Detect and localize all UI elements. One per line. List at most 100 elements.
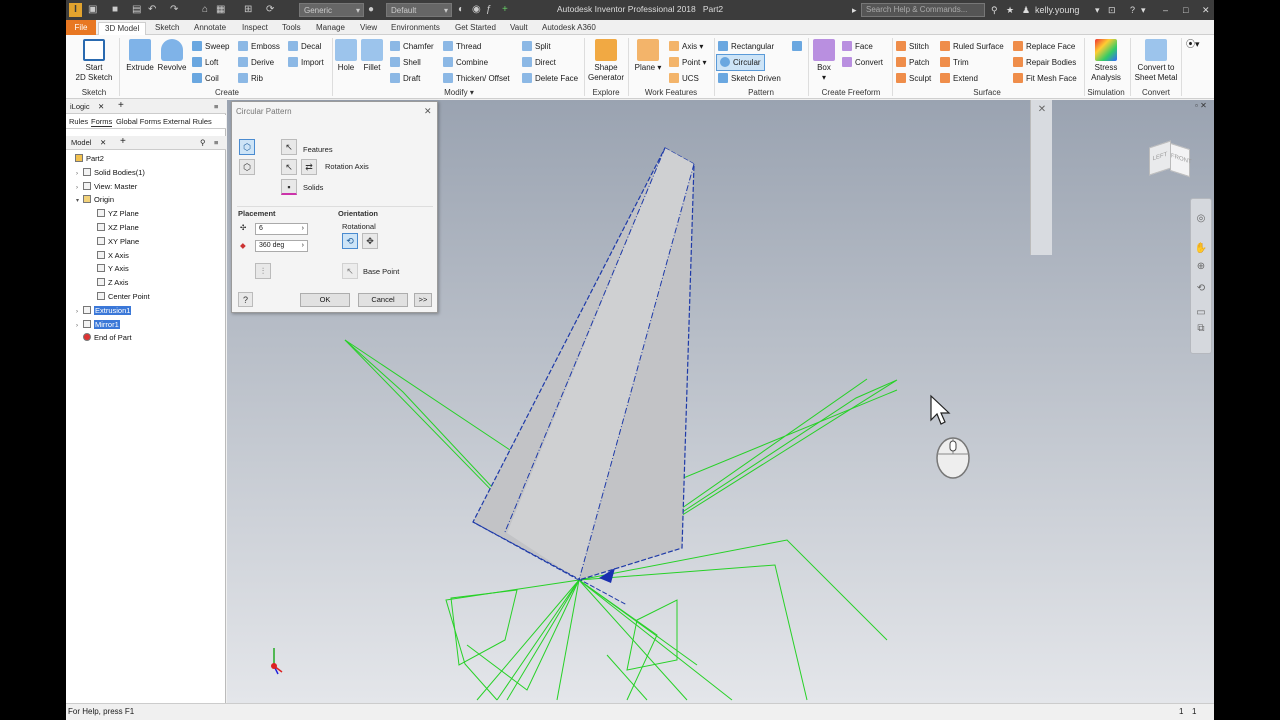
rotational-orientation-button[interactable]: ⟲ bbox=[342, 233, 358, 249]
repair-bodies-button[interactable]: Repair Bodies bbox=[1013, 57, 1076, 68]
emboss-button[interactable]: Emboss bbox=[238, 41, 280, 52]
tab-get-started[interactable]: Get Started bbox=[449, 22, 502, 35]
tab-view[interactable]: View bbox=[354, 22, 383, 35]
occurrence-count-input[interactable]: 6 bbox=[255, 223, 308, 235]
ribbon-options-icon[interactable]: ⦿▾ bbox=[1186, 39, 1200, 49]
tab-vault[interactable]: Vault bbox=[504, 22, 534, 35]
browser-menu-icon[interactable]: ≡ bbox=[214, 138, 218, 147]
sketch-driven-pattern-button[interactable]: Sketch Driven bbox=[718, 73, 781, 84]
combine-button[interactable]: Combine bbox=[443, 57, 488, 68]
subtab-external-rules[interactable]: External Rules bbox=[163, 117, 212, 126]
help-icon[interactable]: ? bbox=[1130, 3, 1135, 17]
rotation-axis-select-button[interactable]: ↖ bbox=[281, 159, 297, 175]
rib-button[interactable]: Rib bbox=[238, 73, 263, 84]
ruled-surface-button[interactable]: Ruled Surface bbox=[940, 41, 1004, 52]
expand-caret-icon[interactable]: ▾ bbox=[76, 195, 83, 208]
tree-item[interactable]: YZ Plane bbox=[90, 207, 139, 220]
user-name[interactable]: kelly.young bbox=[1035, 3, 1079, 17]
features-select-button[interactable]: ↖ bbox=[281, 139, 297, 155]
pattern-solids-mode-button[interactable]: ⬡ bbox=[239, 159, 255, 175]
minimize-icon[interactable]: – bbox=[1163, 3, 1168, 17]
tree-item[interactable]: Part2 bbox=[68, 152, 104, 165]
replace-face-button[interactable]: Replace Face bbox=[1013, 41, 1075, 52]
pan-icon[interactable]: ✋ bbox=[1194, 243, 1208, 255]
tab-tools[interactable]: Tools bbox=[276, 22, 307, 35]
revolve-button[interactable]: Revolve bbox=[152, 39, 192, 73]
delete-face-button[interactable]: Delete Face bbox=[522, 73, 578, 84]
sweep-button[interactable]: Sweep bbox=[192, 41, 229, 52]
tree-item[interactable]: › Solid Bodies(1) bbox=[76, 166, 145, 179]
fixed-orientation-button[interactable]: ✥ bbox=[362, 233, 378, 249]
help-menu-icon[interactable]: ▾ bbox=[1141, 3, 1146, 17]
tree-item[interactable]: › Extrusion1 bbox=[76, 304, 132, 317]
stress-analysis-button[interactable]: Stress Analysis bbox=[1086, 39, 1126, 83]
base-point-button[interactable]: ↖ bbox=[342, 263, 358, 279]
thicken-offset-button[interactable]: Thicken/ Offset bbox=[443, 73, 510, 84]
look-at-icon[interactable]: ▭ bbox=[1194, 307, 1208, 319]
shell-button[interactable]: Shell bbox=[390, 57, 421, 68]
view-face-icon[interactable]: ⧉ bbox=[1194, 323, 1208, 335]
decal-button[interactable]: Decal bbox=[288, 41, 321, 52]
subtab-rules[interactable]: Rules bbox=[69, 117, 88, 126]
subtab-global-forms[interactable]: Global Forms bbox=[116, 117, 161, 126]
midplane-button[interactable]: ⫶ bbox=[255, 263, 271, 279]
tab-sketch[interactable]: Sketch bbox=[149, 22, 185, 35]
tab-model[interactable]: Model bbox=[71, 138, 91, 147]
viewcube-left-face[interactable]: LEFT bbox=[1149, 140, 1171, 176]
add-model-tab-icon[interactable]: + bbox=[120, 136, 126, 147]
close-model-icon[interactable]: ✕ bbox=[100, 138, 106, 147]
tree-item[interactable]: XY Plane bbox=[90, 235, 139, 248]
favorite-icon[interactable]: ★ bbox=[1006, 3, 1014, 17]
convert-button[interactable]: Convert bbox=[842, 57, 883, 68]
close-ilogic-icon[interactable]: ✕ bbox=[98, 102, 104, 111]
tree-item[interactable]: Z Axis bbox=[90, 276, 128, 289]
coil-button[interactable]: Coil bbox=[192, 73, 219, 84]
add-tab-icon[interactable]: + bbox=[118, 100, 124, 111]
sculpt-button[interactable]: Sculpt bbox=[896, 73, 931, 84]
stitch-button[interactable]: Stitch bbox=[896, 41, 929, 52]
ok-button[interactable]: OK bbox=[300, 293, 350, 307]
axis-button[interactable]: Axis ▾ bbox=[669, 41, 703, 52]
search-input[interactable]: Search Help & Commands... bbox=[861, 3, 985, 17]
pattern-features-mode-button[interactable]: ⬡ bbox=[239, 139, 255, 155]
subtab-forms[interactable]: Forms bbox=[91, 117, 113, 127]
chamfer-button[interactable]: Chamfer bbox=[390, 41, 434, 52]
tab-manage[interactable]: Manage bbox=[310, 22, 351, 35]
import-button[interactable]: Import bbox=[288, 57, 324, 68]
viewcube-front-face[interactable]: FRONT bbox=[1170, 142, 1192, 178]
convert-to-sheet-metal-button[interactable]: Convert to Sheet Metal bbox=[1133, 39, 1179, 83]
draft-button[interactable]: Draft bbox=[390, 73, 420, 84]
patch-button[interactable]: Patch bbox=[896, 57, 929, 68]
start-2d-sketch-button[interactable]: Start 2D Sketch bbox=[74, 39, 114, 83]
ucs-button[interactable]: UCS bbox=[669, 73, 699, 84]
face-button[interactable]: Face bbox=[842, 41, 873, 52]
tree-item[interactable]: Y Axis bbox=[90, 262, 129, 275]
derive-button[interactable]: Derive bbox=[238, 57, 274, 68]
tree-item[interactable]: XZ Plane bbox=[90, 221, 139, 234]
maximize-icon[interactable]: □ bbox=[1183, 3, 1188, 17]
user-menu-icon[interactable]: ▾ bbox=[1095, 3, 1100, 17]
point-button[interactable]: Point ▾ bbox=[669, 57, 706, 68]
zoom-icon[interactable]: ⊕ bbox=[1194, 261, 1208, 273]
thread-button[interactable]: Thread bbox=[443, 41, 481, 52]
dialog-help-icon[interactable]: ? bbox=[238, 292, 253, 307]
orbit-icon[interactable]: ⟲ bbox=[1194, 283, 1208, 295]
tab-autodesk-a360[interactable]: Autodesk A360 bbox=[536, 22, 602, 35]
loft-button[interactable]: Loft bbox=[192, 57, 218, 68]
box-button[interactable]: Box ▾ bbox=[804, 39, 844, 83]
tab-inspect[interactable]: Inspect bbox=[236, 22, 274, 35]
more-options-button[interactable]: >> bbox=[414, 293, 432, 307]
fit-mesh-face-button[interactable]: Fit Mesh Face bbox=[1013, 73, 1077, 84]
tab-ilogic[interactable]: iLogic bbox=[70, 102, 90, 111]
close-icon[interactable]: ✕ bbox=[1202, 3, 1210, 17]
occurrence-angle-input[interactable]: 360 deg bbox=[255, 240, 308, 252]
split-button[interactable]: Split bbox=[522, 41, 551, 52]
direct-button[interactable]: Direct bbox=[522, 57, 556, 68]
dialog-close-icon[interactable]: ✕ bbox=[424, 106, 432, 117]
tree-item[interactable]: End of Part bbox=[76, 331, 132, 344]
tree-item[interactable]: X Axis bbox=[90, 249, 129, 262]
tab-annotate[interactable]: Annotate bbox=[188, 22, 232, 35]
tab-file[interactable]: File bbox=[66, 20, 96, 35]
extend-button[interactable]: Extend bbox=[940, 73, 978, 84]
fillet-button[interactable]: Fillet bbox=[352, 39, 392, 73]
